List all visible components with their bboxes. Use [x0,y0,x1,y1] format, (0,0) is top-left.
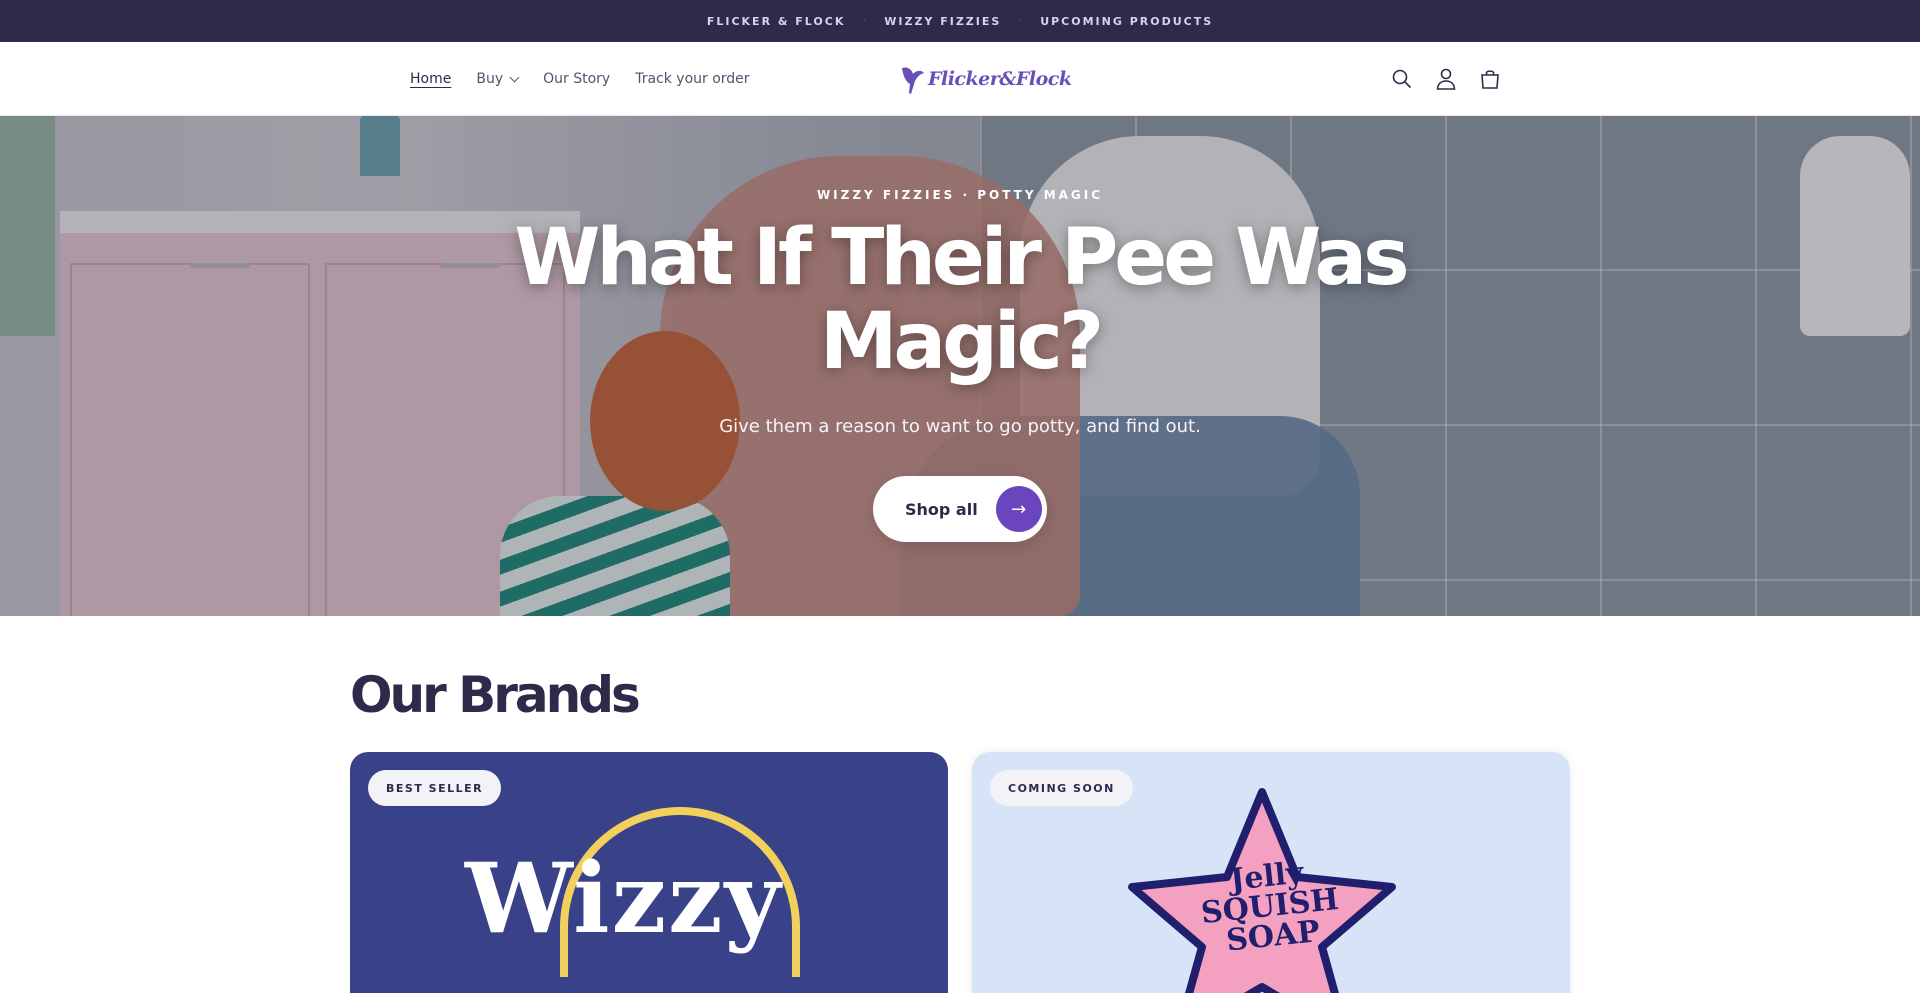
search-icon[interactable] [1390,64,1414,94]
hero-title: What If Their Pee Was Magic? [514,213,1409,387]
nav-track-order[interactable]: Track your order [635,71,749,87]
announcement-link-wizzy-fizzies[interactable]: WIZZY FIZZIES [884,15,1001,28]
arrow-right-icon: → [995,486,1042,532]
chevron-down-icon [509,72,520,82]
account-icon[interactable] [1434,64,1458,94]
nav-our-story[interactable]: Our Story [543,71,610,87]
announcement-link-flicker-flock[interactable]: FLICKER & FLOCK [707,15,846,28]
logo-text: Flicker&Flock [928,68,1072,90]
announcement-link-upcoming-products[interactable]: UPCOMING PRODUCTS [1040,15,1213,28]
shop-all-label: Shop all [905,499,978,519]
announcement-separator: · [863,16,867,26]
brands-heading: Our Brands [350,666,641,724]
site-header: Home Buy Our Story Track your order Flic… [0,42,1920,116]
announcement-separator: · [1019,16,1023,26]
site-logo[interactable]: Flicker&Flock [898,56,1072,102]
hero-subtitle: Give them a reason to want to go potty, … [719,416,1201,437]
bird-logo-icon [902,67,924,94]
jelly-squish-logo-text: Jelly SQUISH SOAP [1199,855,1341,959]
hero-banner: WIZZY FIZZIES · POTTY MAGIC What If Thei… [0,116,1920,616]
nav-home[interactable]: Home [410,71,451,87]
shop-all-button[interactable]: Shop all → [873,476,1047,542]
announcement-bar: FLICKER & FLOCK · WIZZY FIZZIES · UPCOMI… [0,0,1920,42]
wizzy-logo-text: Wizzy [465,842,783,955]
hero-eyebrow: WIZZY FIZZIES · POTTY MAGIC [816,188,1104,202]
nav-buy-label: Buy [476,71,504,87]
cart-icon[interactable] [1478,64,1502,94]
brand-card-jelly-squish[interactable]: COMING SOON Jelly SQUISH SOAP [972,752,1570,993]
main-nav: Home Buy Our Story Track your order [410,42,750,116]
brand-card-wizzy[interactable]: BEST SELLER Wizzy [350,752,948,993]
nav-buy-dropdown[interactable]: Buy [476,71,520,87]
best-seller-badge: BEST SELLER [368,770,502,806]
header-icons [1390,64,1502,94]
hero-content: WIZZY FIZZIES · POTTY MAGIC What If Thei… [0,116,1920,616]
